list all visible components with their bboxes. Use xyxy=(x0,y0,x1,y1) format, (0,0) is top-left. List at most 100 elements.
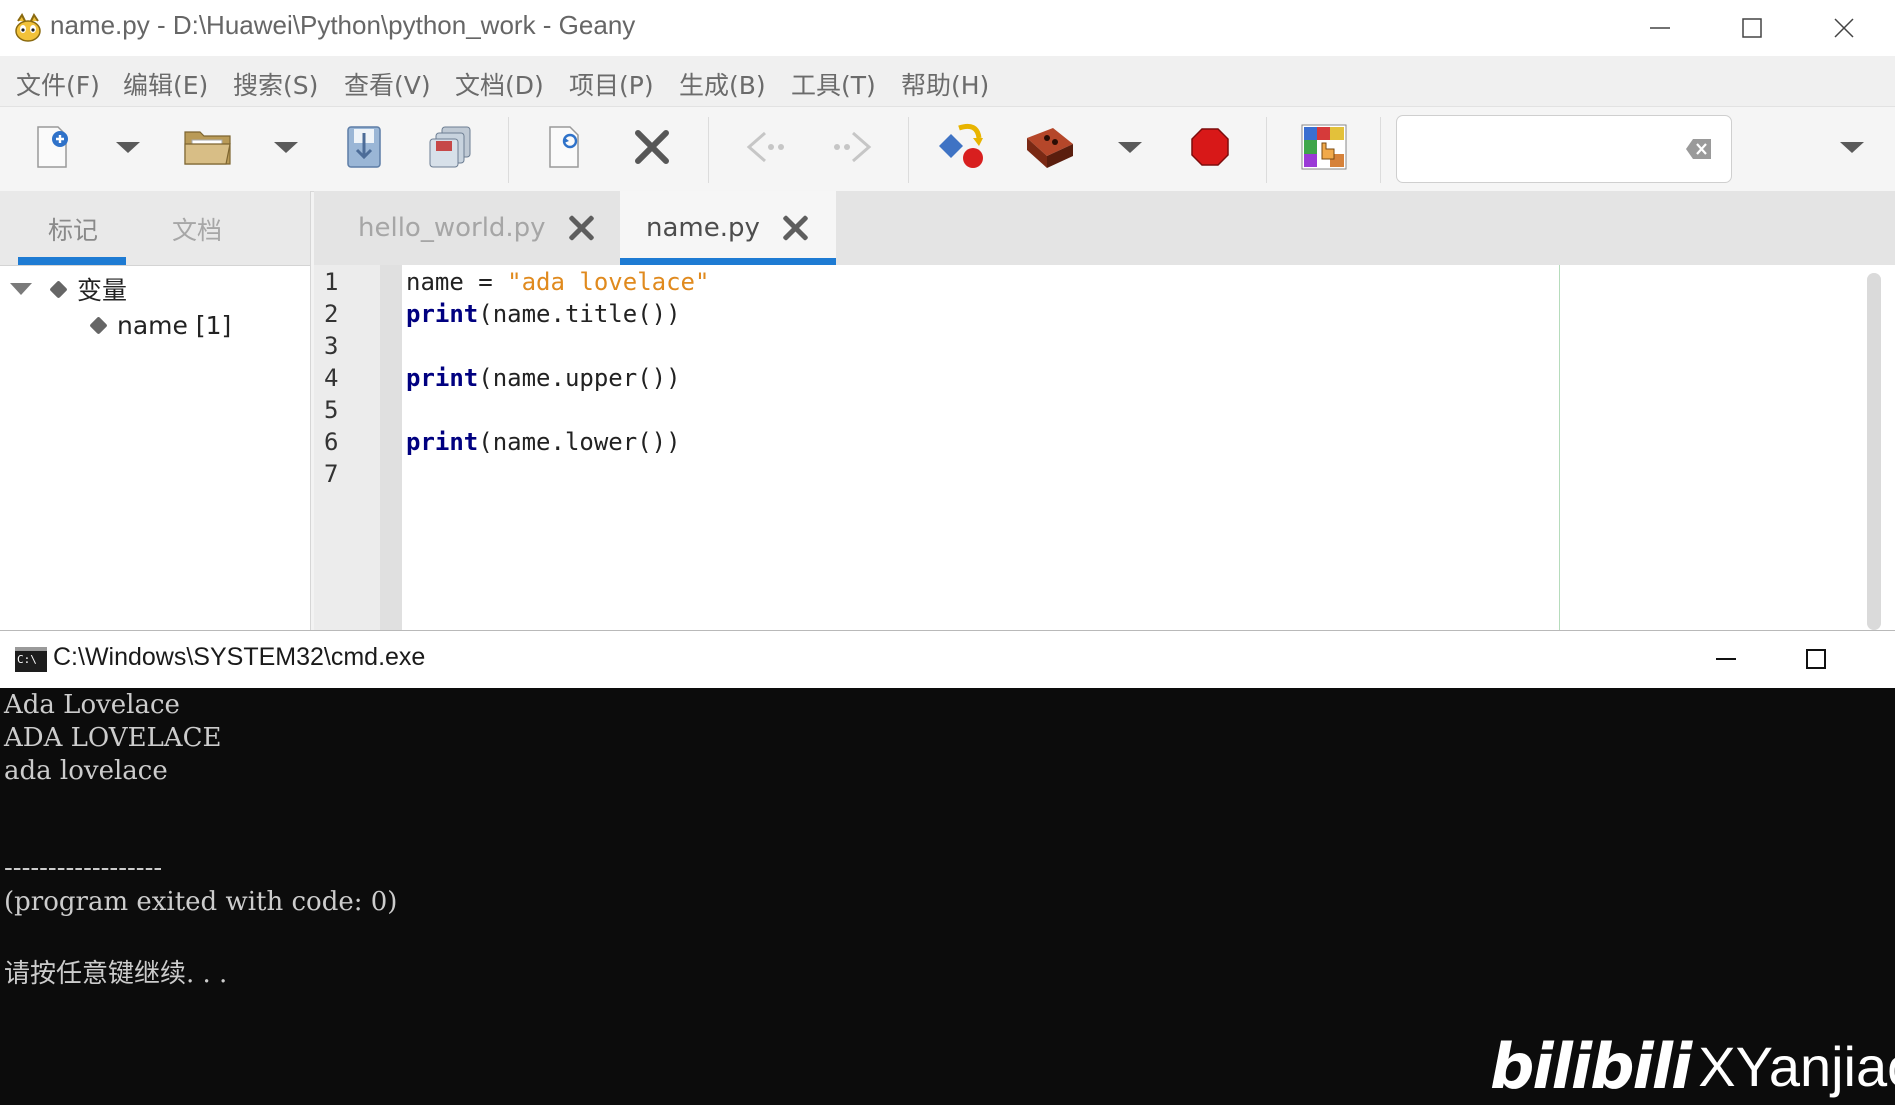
code-identifier: name xyxy=(406,268,464,296)
bilibili-logo: bilibili xyxy=(1490,1030,1692,1103)
code-keyword: print xyxy=(406,428,479,456)
console-output-line: ADA LOVELACE xyxy=(4,723,222,753)
maximize-icon xyxy=(1742,18,1762,38)
tab-hello-world[interactable]: hello_world.py xyxy=(358,191,596,265)
folder-icon xyxy=(184,131,231,165)
expander-down-icon[interactable] xyxy=(10,283,32,295)
cmd-minimize-button[interactable] xyxy=(1680,631,1772,687)
build-button[interactable] xyxy=(1020,117,1080,177)
menu-edit[interactable]: 编辑(E) xyxy=(123,66,208,102)
sidebar: 标记 文档 变量 name [1] xyxy=(0,191,311,630)
vertical-scrollbar[interactable] xyxy=(1867,273,1881,630)
compile-icon xyxy=(939,123,983,168)
tab-documents[interactable]: 文档 xyxy=(172,211,222,247)
tab-name-py[interactable]: name.py xyxy=(620,191,836,265)
cmd-app-icon: C:\ xyxy=(15,647,47,672)
chevron-down-icon xyxy=(1118,141,1142,153)
color-chooser-button[interactable] xyxy=(1294,117,1354,177)
tab-label: name.py xyxy=(646,213,760,243)
compile-button[interactable] xyxy=(934,117,994,177)
close-window-button[interactable] xyxy=(1798,0,1890,56)
line-number: 4 xyxy=(324,364,339,392)
minimize-icon xyxy=(1716,658,1736,660)
revert-icon xyxy=(549,126,579,168)
code-line-1: name = "ada lovelace" xyxy=(406,268,709,296)
menu-file[interactable]: 文件(F) xyxy=(16,66,100,102)
stop-button[interactable] xyxy=(1180,117,1240,177)
new-file-button[interactable] xyxy=(22,117,82,177)
sidebar-tabs: 标记 文档 xyxy=(0,191,310,266)
console-output-line: ada lovelace xyxy=(4,756,168,786)
menu-tools[interactable]: 工具(T) xyxy=(791,66,876,102)
code-operator: = xyxy=(463,268,508,296)
scrollbar-thumb[interactable] xyxy=(1867,273,1881,630)
chevron-down-icon xyxy=(1840,141,1864,153)
active-tab-indicator xyxy=(620,258,836,265)
variable-icon xyxy=(49,279,68,299)
close-tab-icon[interactable] xyxy=(780,213,810,243)
fold-margin xyxy=(380,265,402,630)
geany-window: name.py - D:\Huawei\Python\python_work -… xyxy=(0,0,1895,630)
code-line-2: print(name.title()) xyxy=(406,300,681,328)
tab-label: hello_world.py xyxy=(358,213,546,243)
cmd-title-bar: C:\ C:\Windows\SYSTEM32\cmd.exe xyxy=(0,631,1895,688)
console-press-any-key: 请按任意键继续. . . xyxy=(4,959,228,989)
maximize-button[interactable] xyxy=(1706,0,1798,56)
toolbar-overflow-dropdown[interactable] xyxy=(1822,117,1882,177)
close-icon xyxy=(635,130,669,164)
active-tab-indicator xyxy=(18,257,126,265)
maximize-icon xyxy=(1806,649,1826,669)
menu-document[interactable]: 文档(D) xyxy=(455,66,544,102)
console-exit-status: (program exited with code: 0) xyxy=(4,887,398,917)
save-all-icon xyxy=(429,126,471,168)
code-call: (name.lower()) xyxy=(478,428,681,456)
minimize-button[interactable] xyxy=(1614,0,1706,56)
menu-build[interactable]: 生成(B) xyxy=(679,66,766,102)
close-tab-icon[interactable] xyxy=(566,213,596,243)
search-input[interactable] xyxy=(1396,115,1732,183)
navigate-back-button[interactable] xyxy=(736,117,796,177)
navigate-forward-button[interactable] xyxy=(822,117,882,177)
build-options-dropdown[interactable] xyxy=(1100,117,1160,177)
line-number: 5 xyxy=(324,396,339,424)
menu-bar: 文件(F) 编辑(E) 搜索(S) 查看(V) 文档(D) 项目(P) 生成(B… xyxy=(0,56,1895,106)
revert-file-button[interactable] xyxy=(534,117,594,177)
code-line-6: print(name.lower()) xyxy=(406,428,681,456)
menu-view[interactable]: 查看(V) xyxy=(344,66,431,102)
save-all-button[interactable] xyxy=(420,117,480,177)
close-file-button[interactable] xyxy=(622,117,682,177)
menu-help[interactable]: 帮助(H) xyxy=(901,66,989,102)
code-call: (name.title()) xyxy=(478,300,681,328)
save-button[interactable] xyxy=(334,117,394,177)
menu-search[interactable]: 搜索(S) xyxy=(233,66,318,102)
code-editor[interactable]: 1 2 3 4 5 6 7 name = "ada lovelace" prin… xyxy=(314,265,1895,630)
code-call: (name.upper()) xyxy=(478,364,681,392)
line-number: 6 xyxy=(324,428,339,456)
code-keyword: print xyxy=(406,300,479,328)
bilibili-watermark: bilibili XYanjiao xyxy=(1490,1030,1895,1103)
tree-item-label: name [1] xyxy=(117,311,232,340)
line-number: 2 xyxy=(324,300,339,328)
tree-item-name[interactable]: name [1] xyxy=(89,311,232,340)
code-line-4: print(name.upper()) xyxy=(406,364,681,392)
console-output-line: Ada Lovelace xyxy=(4,690,180,720)
line-number: 3 xyxy=(324,332,339,360)
close-icon xyxy=(1834,18,1854,38)
clear-text-icon[interactable] xyxy=(1685,138,1713,160)
chevron-down-icon xyxy=(116,141,140,153)
cmd-window-title: C:\Windows\SYSTEM32\cmd.exe xyxy=(53,643,426,671)
code-string: "ada lovelace" xyxy=(507,268,710,296)
menu-project[interactable]: 项目(P) xyxy=(569,66,654,102)
recent-files-dropdown[interactable] xyxy=(256,117,316,177)
long-line-marker xyxy=(1559,265,1560,630)
tab-symbols[interactable]: 标记 xyxy=(48,211,98,247)
open-file-button[interactable] xyxy=(178,117,238,177)
arrow-left-icon xyxy=(746,131,784,163)
arrow-right-icon xyxy=(834,131,872,163)
line-number: 1 xyxy=(324,268,339,296)
stop-icon xyxy=(1191,128,1229,166)
cmd-maximize-button[interactable] xyxy=(1770,631,1862,687)
new-from-template-dropdown[interactable] xyxy=(98,117,158,177)
window-title: name.py - D:\Huawei\Python\python_work -… xyxy=(50,10,636,40)
tree-group-variables[interactable]: 变量 xyxy=(10,271,127,307)
